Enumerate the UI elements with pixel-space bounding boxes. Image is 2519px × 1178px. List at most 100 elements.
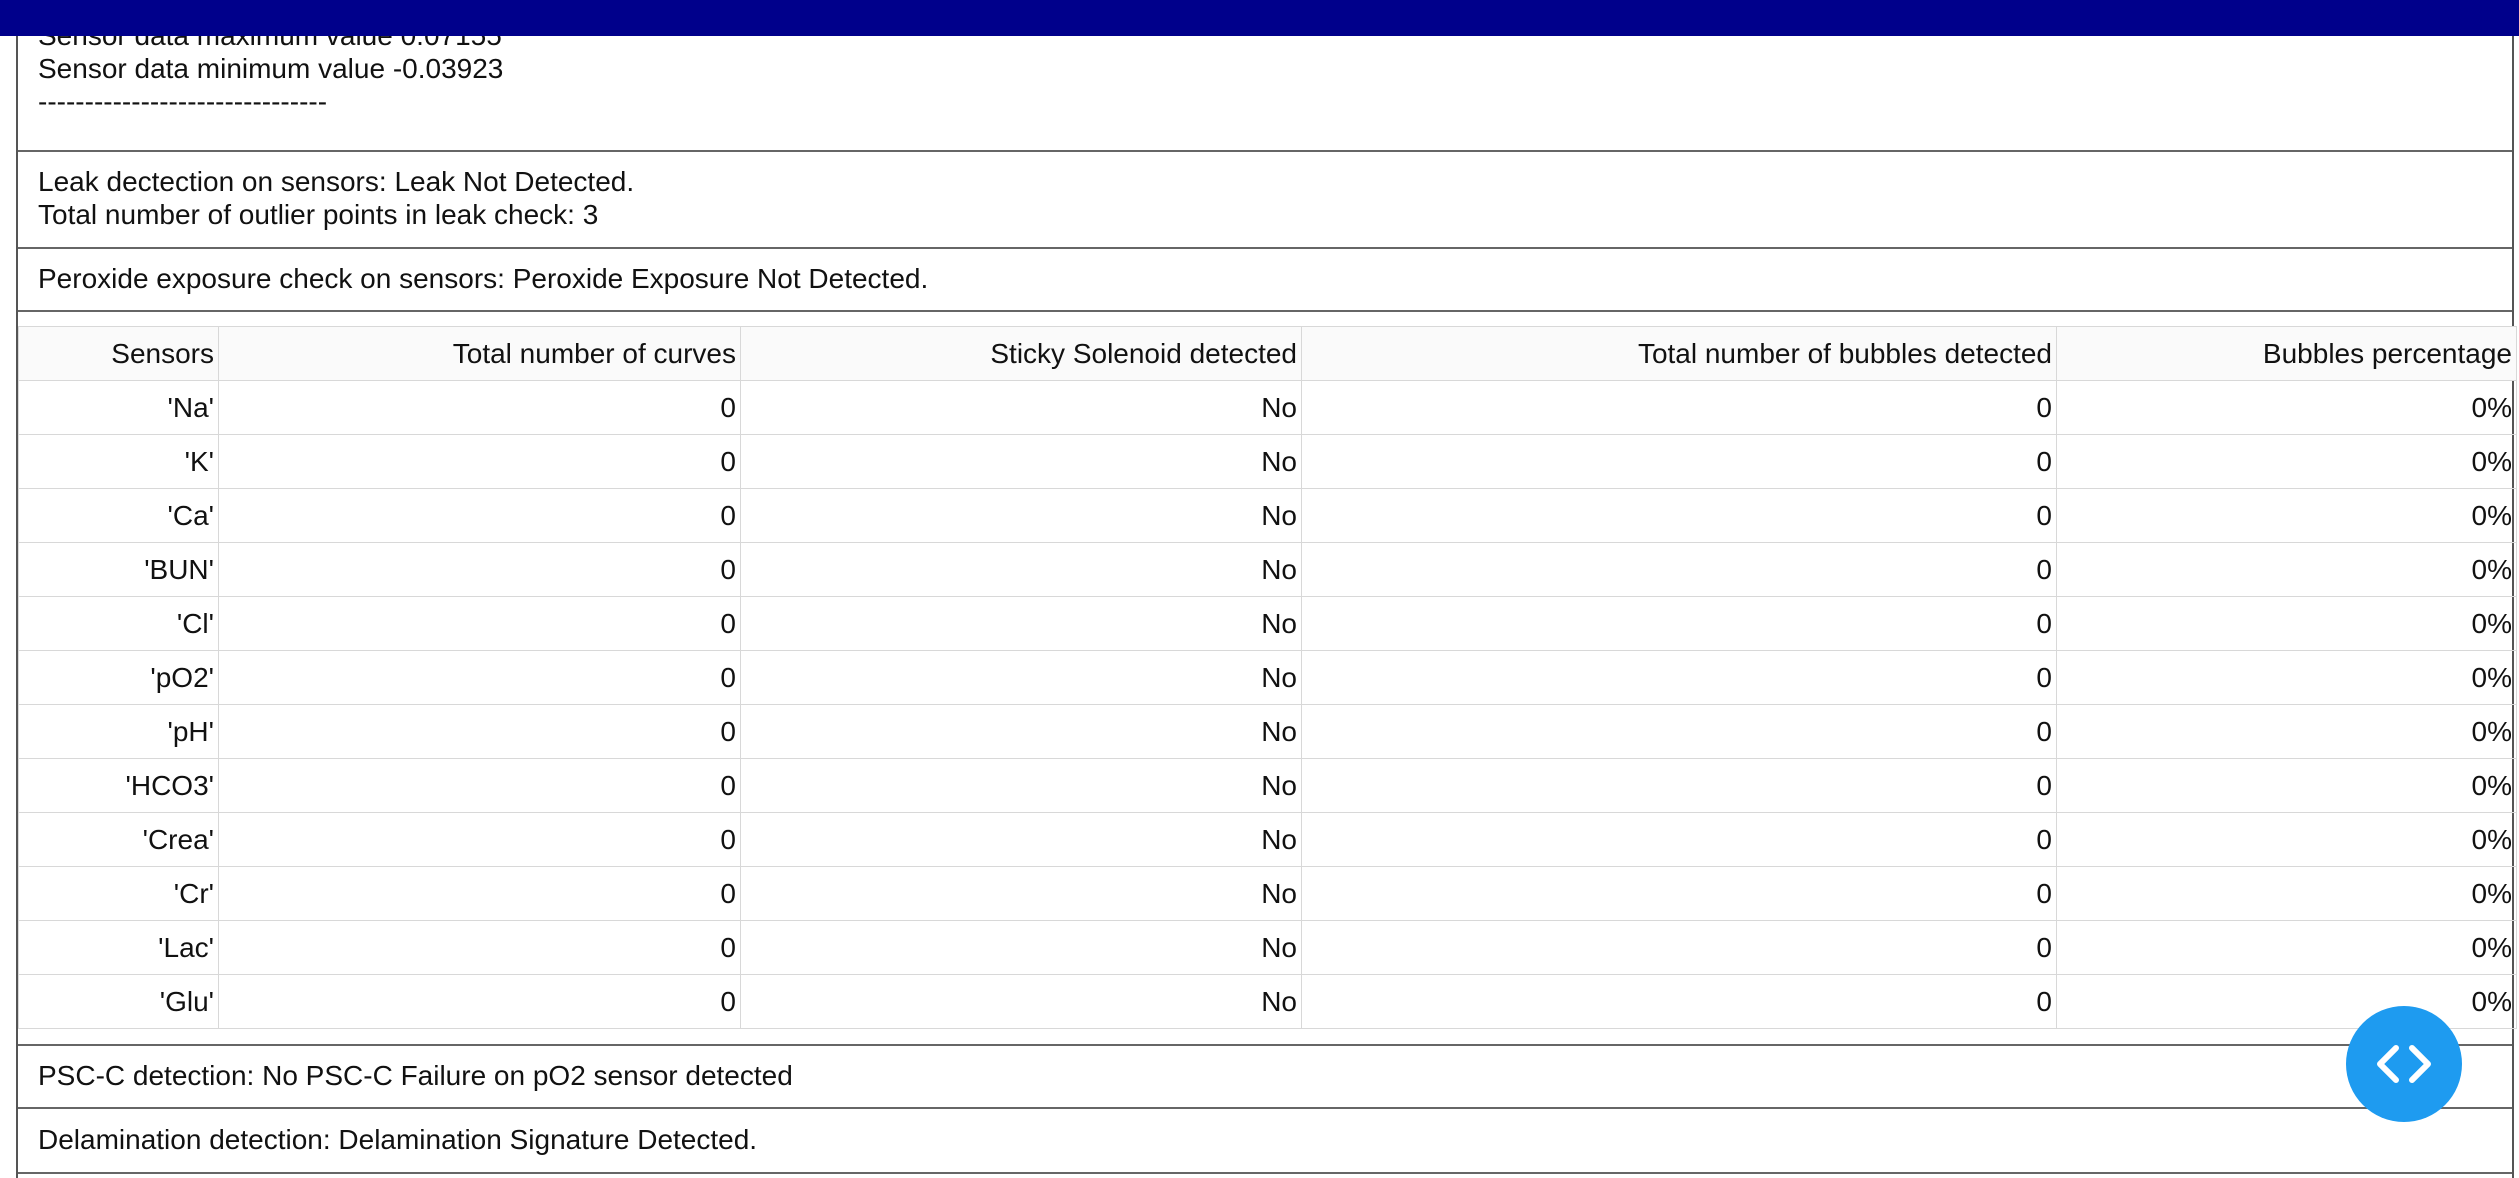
- divider: [18, 1044, 2512, 1046]
- cell-sticky-solenoid: No: [740, 704, 1302, 759]
- table-row: 'pH' 0 No 0 0%: [18, 704, 2517, 759]
- cell-bubbles-percentage: 0%: [2056, 704, 2517, 759]
- cell-total-curves: 0: [218, 542, 741, 597]
- cell-sensor: 'Glu': [18, 974, 219, 1029]
- table-row: 'Cr' 0 No 0 0%: [18, 866, 2517, 921]
- cell-sensor: 'Cr': [18, 866, 219, 921]
- cell-bubbles-percentage: 0%: [2056, 812, 2517, 867]
- cell-total-curves: 0: [218, 812, 741, 867]
- table-row: 'HCO3' 0 No 0 0%: [18, 758, 2517, 813]
- cell-sticky-solenoid: No: [740, 758, 1302, 813]
- cell-sensor: 'Crea': [18, 812, 219, 867]
- psc-detection-section: PSC-C detection: No PSC-C Failure on pO2…: [18, 1059, 2512, 1092]
- code-toggle-button[interactable]: [2346, 1006, 2462, 1122]
- peroxide-check-section: Peroxide exposure check on sensors: Pero…: [18, 262, 2512, 295]
- divider: [18, 1172, 2512, 1174]
- cell-sticky-solenoid: No: [740, 920, 1302, 975]
- cell-total-bubbles: 0: [1301, 434, 2057, 489]
- leak-outlier-count-text: Total number of outlier points in leak c…: [38, 199, 599, 230]
- psc-detection-result-text: PSC-C detection: No PSC-C Failure on pO2…: [38, 1060, 793, 1091]
- cell-total-bubbles: 0: [1301, 704, 2057, 759]
- cell-sensor: 'pO2': [18, 650, 219, 705]
- divider: [18, 150, 2512, 152]
- cell-total-bubbles: 0: [1301, 758, 2057, 813]
- cell-sticky-solenoid: No: [740, 488, 1302, 543]
- table-row: 'Ca' 0 No 0 0%: [18, 488, 2517, 543]
- cell-total-curves: 0: [218, 974, 741, 1029]
- cell-total-bubbles: 0: [1301, 380, 2057, 435]
- table-row: 'pO2' 0 No 0 0%: [18, 650, 2517, 705]
- cell-sensor: 'Ca': [18, 488, 219, 543]
- report-container: Sensor data maximum value 0.07155 Sensor…: [16, 0, 2517, 1178]
- separator-text: -------------------------------: [38, 86, 328, 117]
- table-row: 'Glu' 0 No 0 0%: [18, 974, 2517, 1029]
- cell-sticky-solenoid: No: [740, 434, 1302, 489]
- cell-sticky-solenoid: No: [740, 380, 1302, 435]
- sensor-min-value-text: Sensor data minimum value -0.03923: [38, 53, 504, 84]
- cell-bubbles-percentage: 0%: [2056, 488, 2517, 543]
- cell-sensor: 'K': [18, 434, 219, 489]
- cell-total-curves: 0: [218, 866, 741, 921]
- table-row: 'Lac' 0 No 0 0%: [18, 920, 2517, 975]
- code-brackets-icon: [2377, 1045, 2431, 1083]
- table-row: 'Cl' 0 No 0 0%: [18, 596, 2517, 651]
- cell-bubbles-percentage: 0%: [2056, 650, 2517, 705]
- report-viewport: Sensor data maximum value 0.07155 Sensor…: [0, 0, 2519, 1178]
- cell-sticky-solenoid: No: [740, 596, 1302, 651]
- cell-sensor: 'BUN': [18, 542, 219, 597]
- sensor-results-table: Sensors Total number of curves Sticky So…: [18, 326, 2517, 1029]
- table-row: 'Na' 0 No 0 0%: [18, 380, 2517, 435]
- header-sticky-solenoid: Sticky Solenoid detected: [740, 326, 1302, 381]
- cell-sensor: 'Lac': [18, 920, 219, 975]
- cell-bubbles-percentage: 0%: [2056, 920, 2517, 975]
- cell-bubbles-percentage: 0%: [2056, 758, 2517, 813]
- cell-bubbles-percentage: 0%: [2056, 434, 2517, 489]
- cell-bubbles-percentage: 0%: [2056, 974, 2517, 1029]
- cell-bubbles-percentage: 0%: [2056, 542, 2517, 597]
- peroxide-check-result-text: Peroxide exposure check on sensors: Pero…: [38, 263, 929, 294]
- leak-detection-result-text: Leak dectection on sensors: Leak Not Det…: [38, 166, 635, 197]
- cell-sensor: 'HCO3': [18, 758, 219, 813]
- delamination-detection-result-text: Delamination detection: Delamination Sig…: [38, 1124, 758, 1155]
- cell-total-bubbles: 0: [1301, 920, 2057, 975]
- cell-total-bubbles: 0: [1301, 812, 2057, 867]
- header-total-bubbles: Total number of bubbles detected: [1301, 326, 2057, 381]
- cell-bubbles-percentage: 0%: [2056, 596, 2517, 651]
- header-sensors: Sensors: [18, 326, 219, 381]
- header-bubbles-percentage: Bubbles percentage: [2056, 326, 2517, 381]
- divider: [18, 247, 2512, 249]
- table-header-row: Sensors Total number of curves Sticky So…: [18, 326, 2517, 381]
- cell-bubbles-percentage: 0%: [2056, 866, 2517, 921]
- cell-total-curves: 0: [218, 704, 741, 759]
- delamination-detection-section: Delamination detection: Delamination Sig…: [18, 1123, 2512, 1156]
- table-row: 'K' 0 No 0 0%: [18, 434, 2517, 489]
- cell-sensor: 'Na': [18, 380, 219, 435]
- cell-total-bubbles: 0: [1301, 866, 2057, 921]
- cell-sticky-solenoid: No: [740, 974, 1302, 1029]
- cell-sensor: 'pH': [18, 704, 219, 759]
- top-header-bar: [0, 0, 2519, 36]
- cell-total-curves: 0: [218, 488, 741, 543]
- table-row: 'BUN' 0 No 0 0%: [18, 542, 2517, 597]
- table-body: 'Na' 0 No 0 0% 'K' 0 No 0 0% 'Ca' 0 No 0 0% 'BUN' 0 No 0 0%…: [18, 380, 2517, 1029]
- cell-sticky-solenoid: No: [740, 542, 1302, 597]
- cell-total-bubbles: 0: [1301, 974, 2057, 1029]
- divider: [18, 310, 2512, 312]
- cell-total-bubbles: 0: [1301, 650, 2057, 705]
- cell-total-bubbles: 0: [1301, 542, 2057, 597]
- cell-total-curves: 0: [218, 920, 741, 975]
- header-total-curves: Total number of curves: [218, 326, 741, 381]
- leak-detection-section: Leak dectection on sensors: Leak Not Det…: [18, 165, 2512, 231]
- cell-total-curves: 0: [218, 650, 741, 705]
- divider: [18, 1107, 2512, 1109]
- cell-sticky-solenoid: No: [740, 812, 1302, 867]
- cell-total-curves: 0: [218, 758, 741, 813]
- cell-total-curves: 0: [218, 596, 741, 651]
- cell-sticky-solenoid: No: [740, 650, 1302, 705]
- table-row: 'Crea' 0 No 0 0%: [18, 812, 2517, 867]
- cell-bubbles-percentage: 0%: [2056, 380, 2517, 435]
- cell-total-curves: 0: [218, 434, 741, 489]
- cell-sensor: 'Cl': [18, 596, 219, 651]
- cell-total-bubbles: 0: [1301, 488, 2057, 543]
- cell-total-curves: 0: [218, 380, 741, 435]
